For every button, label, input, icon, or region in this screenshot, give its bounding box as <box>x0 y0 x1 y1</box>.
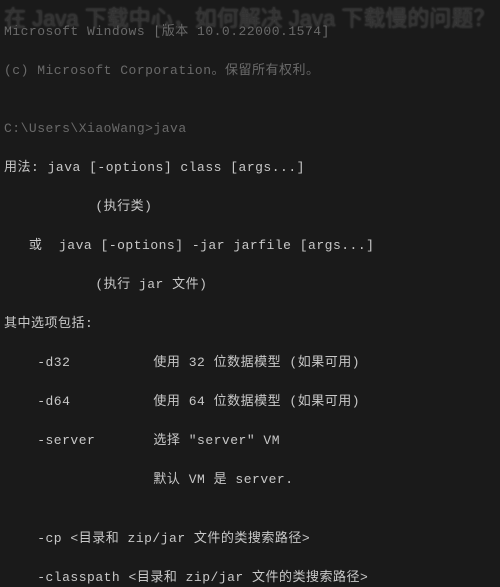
usage-line-2: (执行类) <box>4 197 496 217</box>
terminal-output: Microsoft Windows [版本 10.0.22000.1574] (… <box>0 0 500 587</box>
option-classpath: -classpath <目录和 zip/jar 文件的类搜索路径> <box>4 568 496 587</box>
usage-line-3: 或 java [-options] -jar jarfile [args...] <box>4 236 496 256</box>
option-server-default: 默认 VM 是 server. <box>4 470 496 490</box>
win-version-line: Microsoft Windows [版本 10.0.22000.1574] <box>4 22 496 42</box>
option-d64: -d64 使用 64 位数据模型 (如果可用) <box>4 392 496 412</box>
option-cp: -cp <目录和 zip/jar 文件的类搜索路径> <box>4 529 496 549</box>
copyright-line: (c) Microsoft Corporation。保留所有权利。 <box>4 61 496 81</box>
usage-line-4: (执行 jar 文件) <box>4 275 496 295</box>
option-d32: -d32 使用 32 位数据模型 (如果可用) <box>4 353 496 373</box>
option-server: -server 选择 "server" VM <box>4 431 496 451</box>
prompt-line: C:\Users\XiaoWang>java <box>4 119 496 139</box>
usage-line-1: 用法: java [-options] class [args...] <box>4 158 496 178</box>
options-header: 其中选项包括: <box>4 314 496 334</box>
